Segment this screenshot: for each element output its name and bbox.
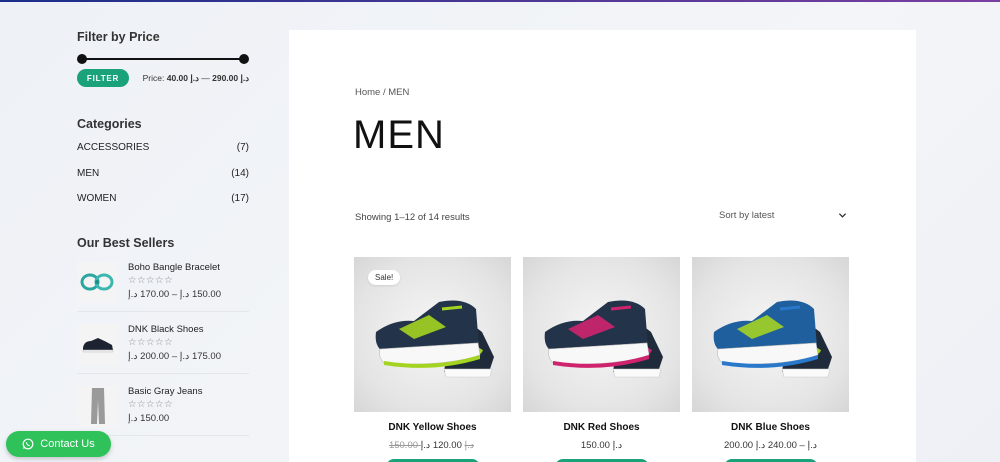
product-image[interactable] [523, 257, 680, 412]
best-seller-item[interactable]: Basic Gray Jeans ☆☆☆☆☆ 150.00 د.إ [77, 385, 249, 436]
product-sale-price: 120.00 د.إ [420, 440, 462, 451]
sneaker-illustration [713, 300, 832, 378]
star-rating: ☆☆☆☆☆ [128, 274, 174, 286]
contact-us-label[interactable]: Contact Us [40, 438, 94, 450]
category-list: ACCESSORIES (7) MEN (14) WOMEN (17) [77, 141, 249, 218]
product-price: 150.00 د.إ [523, 440, 680, 451]
category-label[interactable]: MEN [77, 168, 99, 179]
category-women[interactable]: WOMEN (17) [77, 192, 249, 218]
price-min: د.إ 40.00 [166, 72, 199, 83]
price-slider-max-handle[interactable] [239, 54, 249, 64]
category-accessories[interactable]: ACCESSORIES (7) [77, 141, 249, 167]
whatsapp-icon [22, 438, 34, 450]
sneaker-illustration [544, 300, 663, 378]
sort-dropdown[interactable]: Sort by latest [719, 210, 847, 221]
best-seller-price: 150.00 د.إ [128, 412, 170, 424]
black-shoes-thumbnail[interactable] [77, 323, 118, 365]
best-seller-name[interactable]: Boho Bangle Bracelet [128, 262, 221, 273]
product-card[interactable]: Sale! DNK Yellow Shoes 150.00 د.إ 120.00… [354, 257, 511, 462]
best-seller-price: 150.00 د.إ – 170.00 د.إ [128, 288, 221, 300]
result-count: Showing 1–12 of 14 results [355, 212, 470, 223]
category-count: (7) [236, 142, 249, 153]
star-rating: ☆☆☆☆☆ [128, 398, 174, 410]
contact-us-button[interactable]: Contact Us [6, 431, 111, 457]
category-label[interactable]: ACCESSORIES [77, 142, 149, 153]
category-men[interactable]: MEN (14) [77, 167, 249, 193]
star-rating: ☆☆☆☆☆ [128, 336, 174, 348]
breadcrumb[interactable]: Home / MEN [355, 87, 409, 98]
product-name[interactable]: DNK Yellow Shoes [354, 422, 511, 433]
filter-button[interactable]: FILTER [77, 69, 129, 87]
product-card[interactable]: DNK Red Shoes 150.00 د.إ [523, 257, 680, 462]
product-card[interactable]: DNK Blue Shoes 200.00 د.إ – 240.00 د.إ [692, 257, 849, 462]
sale-badge: Sale! [368, 270, 401, 285]
best-seller-name[interactable]: DNK Black Shoes [128, 324, 221, 335]
best-sellers-title: Our Best Sellers [77, 235, 175, 250]
sidebar: Filter by Price FILTER Price: د.إ 40.00 … [77, 30, 249, 436]
price-filter-title: Filter by Price [77, 30, 160, 44]
product-price: 200.00 د.إ – 240.00 د.إ [692, 440, 849, 451]
chevron-down-icon[interactable] [838, 211, 847, 220]
price-slider-track [81, 58, 245, 60]
best-seller-item[interactable]: DNK Black Shoes ☆☆☆☆☆ 175.00 د.إ – 200.0… [77, 323, 249, 374]
price-slider[interactable] [77, 53, 249, 65]
product-price: 150.00 د.إ 120.00 د.إ [354, 440, 511, 451]
product-image[interactable] [692, 257, 849, 412]
price-range-label: Price: د.إ 40.00 — د.إ 290.00 [142, 72, 249, 83]
product-sale-price: 150.00 د.إ [580, 440, 623, 451]
category-label[interactable]: WOMEN [77, 193, 116, 204]
category-count: (14) [231, 167, 249, 179]
page-title: MEN [353, 113, 445, 157]
categories-title: Categories [77, 117, 142, 131]
bracelet-thumbnail[interactable] [77, 261, 118, 303]
product-name[interactable]: DNK Red Shoes [523, 422, 680, 433]
product-grid: Sale! DNK Yellow Shoes 150.00 د.إ 120.00… [354, 257, 849, 462]
category-count: (17) [231, 193, 249, 204]
jeans-thumbnail[interactable] [77, 385, 118, 427]
sort-label[interactable]: Sort by latest [719, 210, 774, 221]
best-seller-name[interactable]: Basic Gray Jeans [128, 386, 202, 397]
best-seller-price: 175.00 د.إ – 200.00 د.إ [128, 350, 221, 362]
best-seller-item[interactable]: Boho Bangle Bracelet ☆☆☆☆☆ 150.00 د.إ – … [77, 261, 249, 312]
main-content: Home / MEN MEN Showing 1–12 of 14 result… [289, 30, 916, 462]
price-slider-min-handle[interactable] [77, 54, 87, 64]
product-name[interactable]: DNK Blue Shoes [692, 422, 849, 433]
product-image[interactable]: Sale! [354, 257, 511, 412]
product-sale-price: 200.00 د.إ – 240.00 د.إ [724, 440, 817, 451]
top-accent-line [0, 0, 1000, 2]
price-max: د.إ 290.00 [212, 72, 249, 83]
